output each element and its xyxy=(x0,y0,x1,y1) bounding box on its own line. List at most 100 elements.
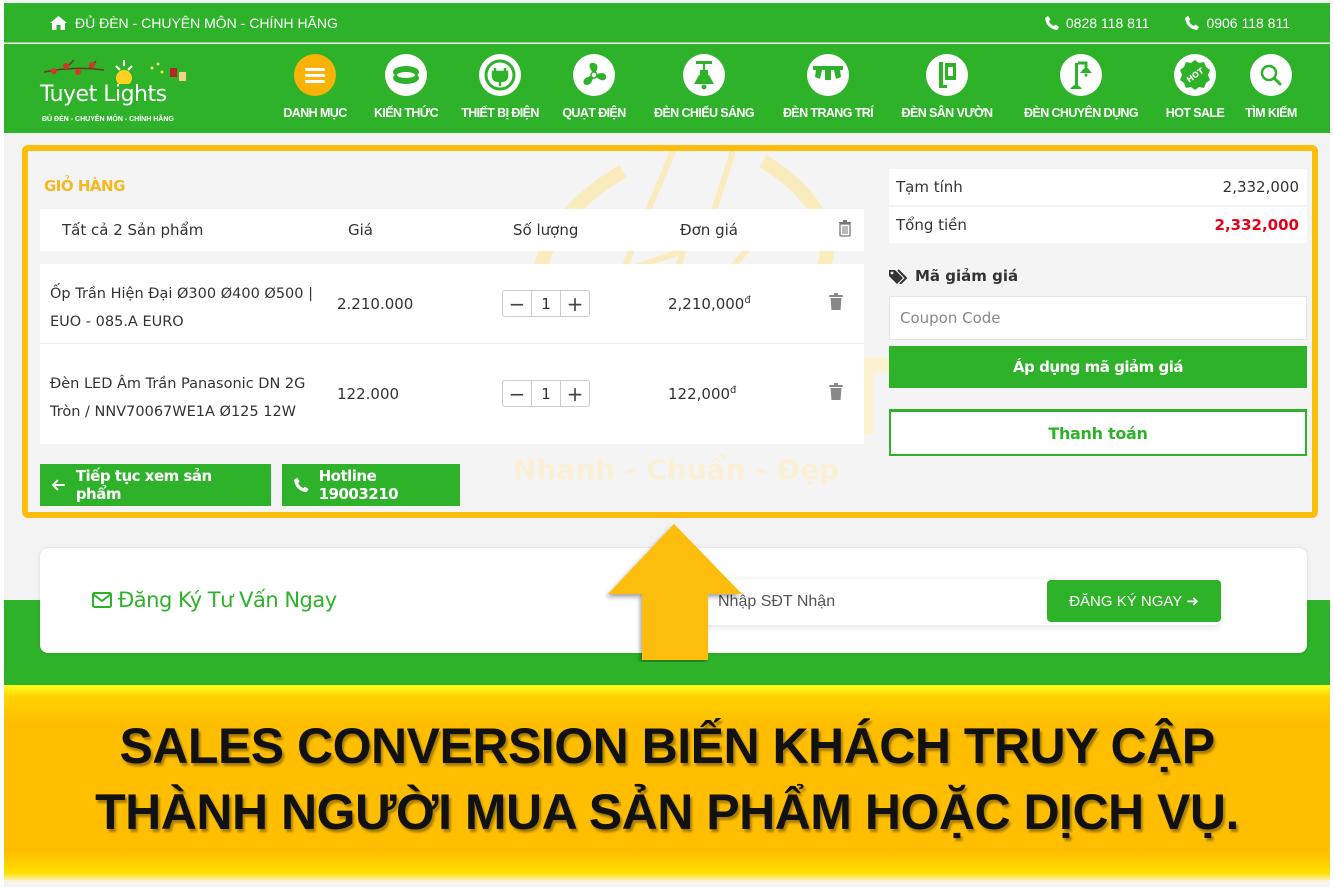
item-name[interactable]: Ốp Trần Hiện Đại Ø300 Ø400 Ø500 | EUO - … xyxy=(50,280,340,336)
nav-thiet-bi-dien[interactable]: THIẾT BỊ ĐIỆN xyxy=(451,44,549,133)
hot-badge-icon: HOT xyxy=(1180,60,1210,90)
clear-cart-button[interactable] xyxy=(838,220,852,241)
nav-label: QUẠT ĐIỆN xyxy=(562,106,626,120)
nav-quat-dien[interactable]: QUẠT ĐIỆN xyxy=(549,44,639,133)
nav-den-chieu-sang[interactable]: ĐÈN CHIẾU SÁNG xyxy=(639,44,769,133)
arrow-left-icon xyxy=(52,479,65,491)
watermark-tagline: Nhanh - Chuẩn - Đẹp xyxy=(513,453,840,486)
nav-label: HOT SALE xyxy=(1165,106,1225,120)
increase-quantity-button[interactable]: + xyxy=(561,291,589,316)
envelope-icon xyxy=(92,592,112,608)
hotline-label: Hotline 19003210 xyxy=(318,467,399,503)
main-nav: DANH MỤC KIẾN THỨC THIẾT BỊ ĐIỆN QUẠT ĐI… xyxy=(269,44,1307,133)
nav-den-san-vuon[interactable]: ĐÈN SÂN VƯỜN xyxy=(887,44,1007,133)
quantity-stepper: − 1 + xyxy=(502,290,590,317)
nav-den-trang-tri[interactable]: ĐÈN TRANG TRÍ xyxy=(769,44,887,133)
subtotal-label: Tạm tính xyxy=(896,178,963,196)
phone-link-1[interactable]: 0828 118 811 xyxy=(1044,15,1150,31)
caption-text: SALES CONVERSION BIẾN KHÁCH TRUY CẬP THÀ… xyxy=(4,713,1330,845)
item-unit-price: 2,210,000đ xyxy=(668,295,751,313)
blossom-branch-icon xyxy=(44,59,186,84)
nav-tim-kiem[interactable]: TÌM KIẾM xyxy=(1235,44,1307,133)
nav-kien-thuc[interactable]: KIẾN THỨC xyxy=(361,44,451,133)
phone-link-2[interactable]: 0906 118 811 xyxy=(1185,15,1290,31)
fan-icon xyxy=(583,62,607,85)
cart-panel: LIGHT Nhanh - Chuẩn - Đẹp GIỎ HÀNG Tất c… xyxy=(22,145,1318,518)
tags-icon xyxy=(889,268,908,284)
checkout-button[interactable]: Thanh toán xyxy=(889,409,1307,456)
nav-label: ĐÈN CHIẾU SÁNG xyxy=(654,106,755,120)
header-price: Giá xyxy=(348,221,373,239)
unit-price-value: 2,210,000 xyxy=(668,295,745,313)
pendant-lamp-icon xyxy=(694,61,714,90)
nav-hot-sale[interactable]: HOT HOT SALE xyxy=(1155,44,1235,133)
quantity-value[interactable]: 1 xyxy=(531,291,561,316)
unit-price-value: 122,000 xyxy=(668,385,731,403)
top-slogan: ĐỦ ĐÈN - CHUYÊN MÔN - CHÍNH HÃNG xyxy=(50,15,338,31)
continue-shopping-button[interactable]: Tiếp tục xem sản phẩm xyxy=(40,464,271,506)
phone-number-1: 0828 118 811 xyxy=(1065,15,1150,31)
caption-line-1: SALES CONVERSION BIẾN KHÁCH TRUY CẬP xyxy=(119,718,1215,774)
page: ĐỦ ĐÈN - CHUYÊN MÔN - CHÍNH HÃNG 0828 11… xyxy=(4,0,1330,887)
currency-symbol: đ xyxy=(744,295,751,306)
cart-items: Ốp Trần Hiện Đại Ø300 Ø400 Ø500 | EUO - … xyxy=(40,264,864,444)
trash-icon xyxy=(829,383,843,400)
phone-signup-form: ĐĂNG KÝ NGAY ➜ xyxy=(700,579,1221,625)
total-row: Tổng tiền 2,332,000 xyxy=(889,207,1307,243)
currency-symbol: đ xyxy=(730,385,737,396)
phone-number-input[interactable] xyxy=(706,579,1026,625)
decrease-quantity-button[interactable]: − xyxy=(503,381,531,406)
trash-icon xyxy=(829,293,843,310)
nav-label: ĐÈN TRANG TRÍ xyxy=(782,106,874,120)
nav-label: ĐÈN SÂN VƯỜN xyxy=(901,106,994,120)
cart-item-row: Đèn LED Âm Trần Panasonic DN 2G Tròn / N… xyxy=(40,354,864,434)
up-arrow-annotation-icon xyxy=(608,524,742,660)
coupon-title: Mã giảm giá xyxy=(889,267,1018,285)
garden-light-icon xyxy=(939,62,956,88)
top-phones: 0828 118 811 0906 118 811 xyxy=(1044,15,1290,31)
apply-coupon-button[interactable]: Áp dụng mã giảm giá xyxy=(889,346,1307,388)
item-name[interactable]: Đèn LED Âm Trần Panasonic DN 2G Tròn / N… xyxy=(50,370,340,426)
nav-label: KIẾN THỨC xyxy=(374,106,439,120)
header-product: Tất cả 2 Sản phẩm xyxy=(62,221,204,239)
track-light-icon xyxy=(813,66,843,80)
cart-item-row: Ốp Trần Hiện Đại Ø300 Ø400 Ø500 | EUO - … xyxy=(40,264,864,344)
caption-line-2: THÀNH NGƯỜI MUA SẢN PHẨM HOẶC DỊCH VỤ. xyxy=(95,784,1239,840)
phone-icon xyxy=(294,477,309,493)
cart-table-header: Tất cả 2 Sản phẩm Giá Số lượng Đơn giá xyxy=(40,209,864,251)
register-now-button[interactable]: ĐĂNG KÝ NGAY ➜ xyxy=(1047,580,1221,622)
subtotal-row: Tạm tính 2,332,000 xyxy=(889,169,1307,205)
nav-label: ĐÈN CHUYÊN DỤNG xyxy=(1024,106,1139,120)
total-value: 2,332,000 xyxy=(1214,216,1299,234)
order-summary: Tạm tính 2,332,000 Tổng tiền 2,332,000 M… xyxy=(889,169,1307,456)
site-logo[interactable]: Tuyet Lights ĐỦ ĐÈN - CHUYÊN MÔN - CHÍNH… xyxy=(38,52,198,127)
coupon-code-input[interactable] xyxy=(889,296,1307,340)
caption-banner: SALES CONVERSION BIẾN KHÁCH TRUY CẬP THÀ… xyxy=(4,685,1330,881)
nav-label: THIẾT BỊ ĐIỆN xyxy=(461,106,539,120)
cart-title: GIỎ HÀNG xyxy=(44,177,125,195)
remove-item-button[interactable] xyxy=(829,383,843,404)
logo-brand: Tuyet Lights xyxy=(40,82,167,107)
increase-quantity-button[interactable]: + xyxy=(561,381,589,406)
total-label: Tổng tiền xyxy=(896,216,967,234)
phone-icon xyxy=(1044,16,1059,30)
decrease-quantity-button[interactable]: − xyxy=(503,291,531,316)
nav-label: DANH MỤC xyxy=(283,106,347,120)
search-icon xyxy=(1260,64,1282,86)
menu-icon xyxy=(305,68,325,83)
plug-icon xyxy=(484,59,516,91)
quantity-value[interactable]: 1 xyxy=(531,381,561,406)
home-icon xyxy=(50,16,67,30)
quantity-stepper: − 1 + xyxy=(502,380,590,407)
nav-label: TÌM KIẾM xyxy=(1245,106,1297,120)
nav-danh-muc[interactable]: DANH MỤC xyxy=(269,44,361,133)
phone-number-2: 0906 118 811 xyxy=(1206,15,1290,31)
consult-signup-title: Đăng Ký Tư Vấn Ngay xyxy=(92,588,337,612)
item-price: 122.000 xyxy=(337,385,400,403)
continue-shopping-label: Tiếp tục xem sản phẩm xyxy=(75,467,212,503)
nav-den-chuyen-dung[interactable]: ĐÈN CHUYÊN DỤNG xyxy=(1007,44,1155,133)
header-unit-price: Đơn giá xyxy=(680,221,738,239)
phone-icon xyxy=(1185,16,1200,30)
hotline-button[interactable]: Hotline 19003210 xyxy=(282,464,460,506)
remove-item-button[interactable] xyxy=(829,293,843,314)
